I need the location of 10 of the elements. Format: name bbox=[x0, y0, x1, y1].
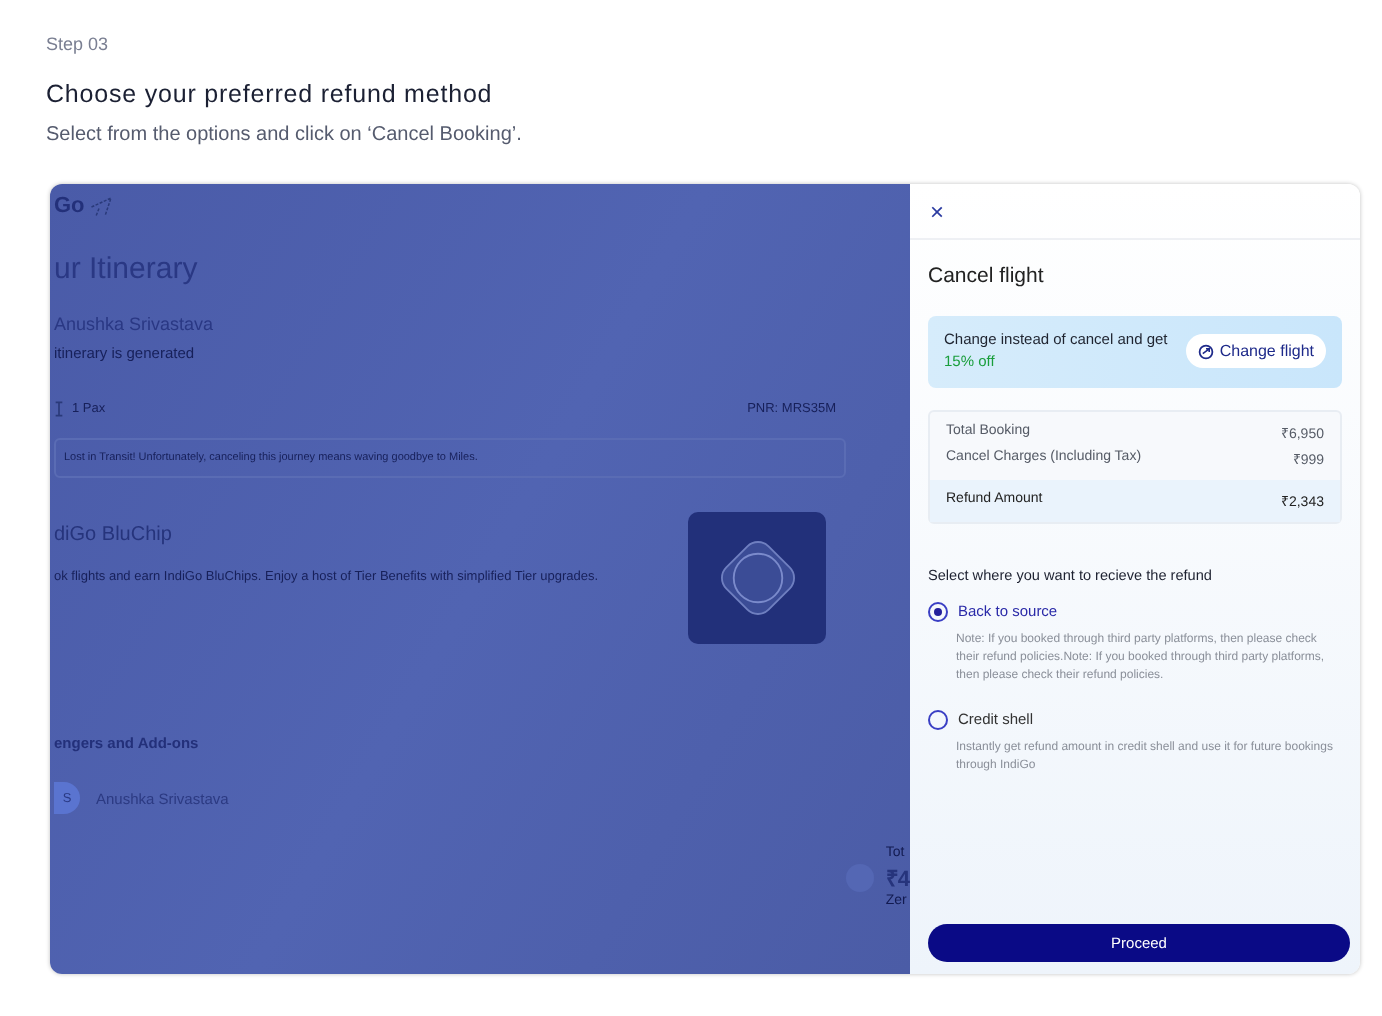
step-label: Step 03 bbox=[46, 34, 111, 54]
drawer-title: Cancel flight bbox=[928, 264, 1046, 288]
radio-button[interactable] bbox=[928, 601, 948, 622]
close-button[interactable]: × bbox=[926, 197, 949, 225]
section-heading: Choose your preferred refund method bbox=[46, 80, 495, 108]
instruction-text: Select from the options and click on ‘Cancel Booking’. bbox=[46, 124, 524, 146]
refresh-icon bbox=[1197, 343, 1214, 360]
plane-icon bbox=[90, 195, 115, 217]
change-flight-button[interactable]: Change flight bbox=[1185, 334, 1326, 369]
radio-button[interactable] bbox=[928, 709, 948, 730]
